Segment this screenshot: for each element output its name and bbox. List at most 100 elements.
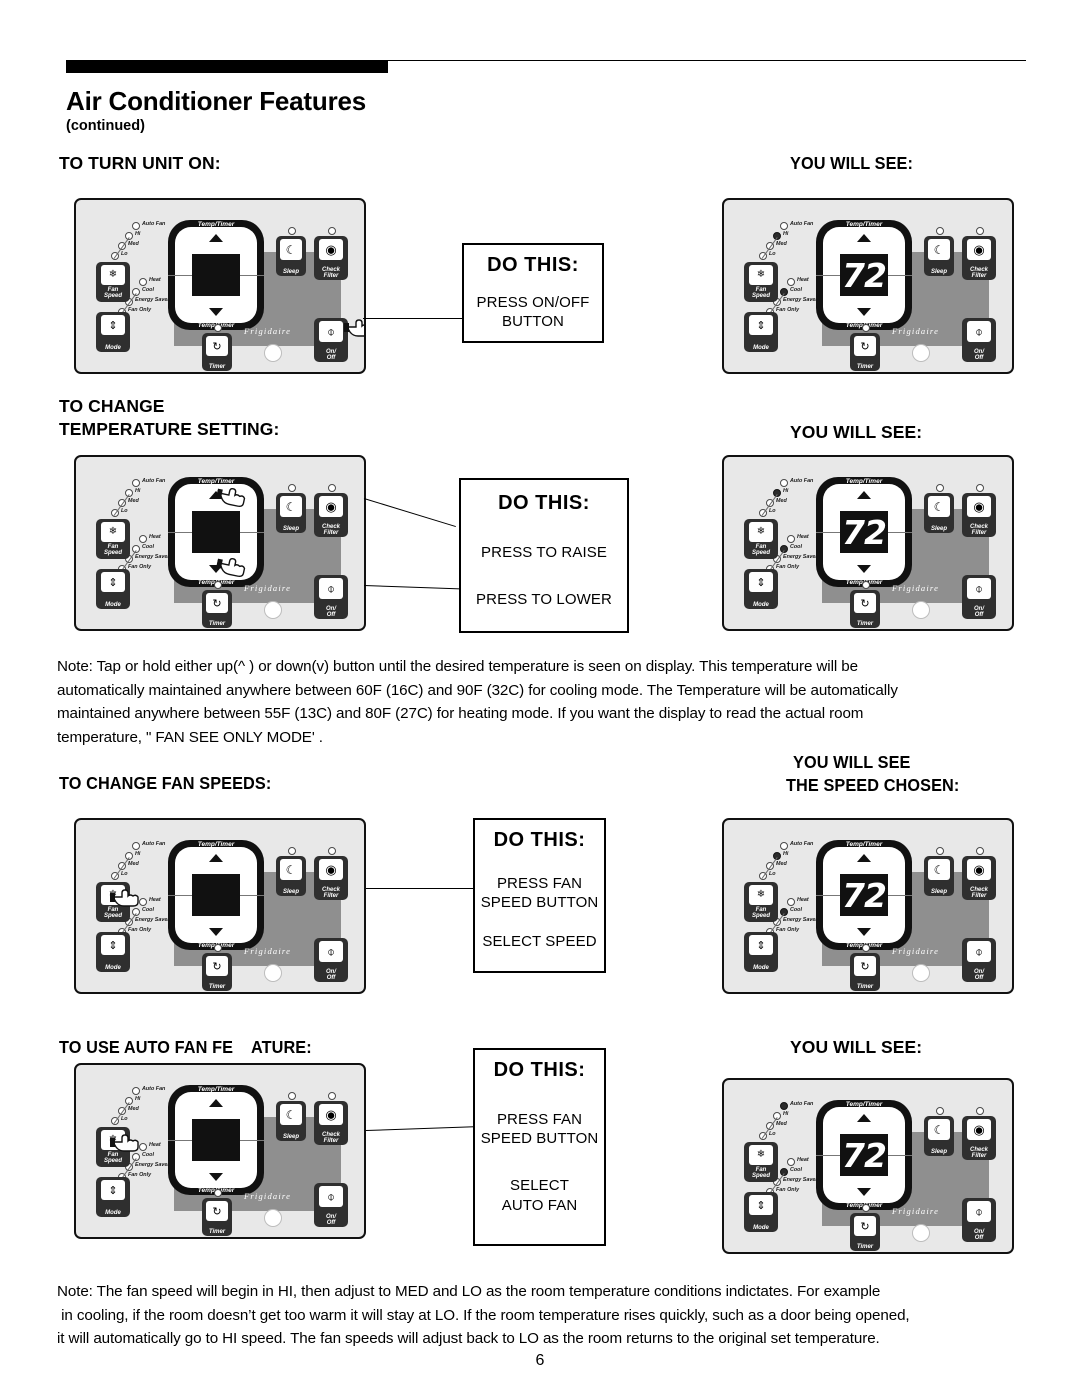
temp-up-arrow[interactable] <box>857 234 871 242</box>
do-this-title: DO THIS: <box>493 829 586 851</box>
led-fan-0 <box>132 842 140 850</box>
timer-button[interactable]: ↻ Timer <box>850 590 880 628</box>
fan-speed-button[interactable]: ❄ FanSpeed <box>744 519 778 559</box>
check-filter-button[interactable]: ◉ Check Filter <box>962 1116 996 1160</box>
vent-knob[interactable] <box>264 601 282 619</box>
sleep-button[interactable]: ☾ Sleep <box>924 236 954 276</box>
vent-knob[interactable] <box>264 344 282 362</box>
sleep-button[interactable]: ☾ Sleep <box>924 856 954 896</box>
led-label-mode-1: Cool <box>790 1167 802 1173</box>
led-label-fan-2: Med <box>128 241 139 247</box>
on-off-button[interactable]: ⌽ On/Off <box>962 318 996 362</box>
fan-speed-button[interactable]: ❄ FanSpeed <box>96 262 130 302</box>
fan-speed-button[interactable]: ❄ FanSpeed <box>744 882 778 922</box>
fan-icon: ❄ <box>749 522 773 542</box>
sleep-button[interactable]: ☾ Sleep <box>276 493 306 533</box>
on-off-button[interactable]: ⌽ On/Off <box>962 938 996 982</box>
led-label-fan-3: Lo <box>769 1131 776 1137</box>
timer-button[interactable]: ↻ Timer <box>202 953 232 991</box>
timer-button[interactable]: ↻ Timer <box>202 1198 232 1236</box>
sleep-button[interactable]: ☾ Sleep <box>276 856 306 896</box>
fan-icon: ❄ <box>101 265 125 285</box>
sleep-button[interactable]: ☾ Sleep <box>276 1101 306 1141</box>
led-label-fan-0: Auto Fan <box>790 478 814 484</box>
fan-speed-label: Fan Speed <box>751 907 771 919</box>
brand-logo: Frigidaire <box>892 946 940 956</box>
vent-knob[interactable] <box>912 344 930 362</box>
mode-button[interactable]: ⇕ Mode <box>96 1177 130 1217</box>
mode-button[interactable]: ⇕ Mode <box>744 569 778 609</box>
led-label-mode-3: Fan Only <box>128 1172 152 1178</box>
display-value: 72 <box>842 1135 887 1175</box>
vent-knob[interactable] <box>264 1209 282 1227</box>
timer-button[interactable]: ↻ Timer <box>202 590 232 628</box>
temp-down-arrow[interactable] <box>857 308 871 316</box>
check-filter-button[interactable]: ◉ Check Filter <box>314 1101 348 1145</box>
temp-down-arrow[interactable] <box>857 928 871 936</box>
sleep-button[interactable]: ☾ Sleep <box>276 236 306 276</box>
check-filter-button[interactable]: ◉ Check Filter <box>314 856 348 900</box>
mode-button[interactable]: ⇕ Mode <box>744 932 778 972</box>
check-filter-button[interactable]: ◉ Check Filter <box>314 236 348 280</box>
timer-label: Timer <box>856 984 874 990</box>
do-this-line: AUTO FAN <box>501 1196 578 1214</box>
timer-button[interactable]: ↻ Timer <box>850 953 880 991</box>
fan-speed-label: Fan Speed <box>103 544 123 556</box>
temp-up-arrow[interactable] <box>857 491 871 499</box>
on-off-button[interactable]: ⌽ On/Off <box>314 938 348 982</box>
on-off-button[interactable]: ⌽ On/Off <box>314 1183 348 1227</box>
check-filter-button[interactable]: ◉ Check Filter <box>962 493 996 537</box>
fan-speed-button[interactable]: ❄ FanSpeed <box>744 262 778 302</box>
check-filter-label: Check Filter <box>321 1132 341 1144</box>
temp-up-arrow[interactable] <box>857 854 871 862</box>
check-filter-label: Check Filter <box>321 887 341 899</box>
led-check-filter <box>976 847 984 855</box>
fan-speed-button[interactable]: ❄ FanSpeed <box>96 519 130 559</box>
check-filter-button[interactable]: ◉ Check Filter <box>962 236 996 280</box>
led-label-mode-2: Energy Saver <box>135 917 170 923</box>
on-off-button[interactable]: ⌽ On/Off <box>962 1198 996 1242</box>
temp-down-arrow[interactable] <box>209 1173 223 1181</box>
mode-label: Mode <box>105 602 121 608</box>
vent-knob[interactable] <box>912 964 930 982</box>
on-off-button[interactable]: ⌽ On/Off <box>314 318 348 362</box>
mode-button[interactable]: ⇕ Mode <box>744 1192 778 1232</box>
do-this-line: PRESS FAN <box>496 1111 583 1128</box>
on-off-button[interactable]: ⌽ On/Off <box>314 575 348 619</box>
sleep-label: Sleep <box>282 1134 300 1140</box>
led-check-filter <box>328 847 336 855</box>
temp-up-arrow[interactable] <box>209 1099 223 1107</box>
updown-icon: ⇕ <box>749 935 773 955</box>
led-label-mode-1: Cool <box>790 544 802 550</box>
sleep-button[interactable]: ☾ Sleep <box>924 493 954 533</box>
led-sleep <box>288 484 296 492</box>
temp-down-arrow[interactable] <box>857 565 871 573</box>
temp-down-arrow[interactable] <box>209 308 223 316</box>
check-filter-button[interactable]: ◉ Check Filter <box>314 493 348 537</box>
timer-button[interactable]: ↻ Timer <box>202 333 232 371</box>
mode-label: Mode <box>105 965 121 971</box>
leader-line <box>366 888 474 889</box>
sleep-button[interactable]: ☾ Sleep <box>924 1116 954 1156</box>
mode-button[interactable]: ⇕ Mode <box>744 312 778 352</box>
timer-button[interactable]: ↻ Timer <box>850 1213 880 1251</box>
temp-down-arrow[interactable] <box>209 928 223 936</box>
mode-button[interactable]: ⇕ Mode <box>96 932 130 972</box>
temp-up-arrow[interactable] <box>857 1114 871 1122</box>
temp-down-arrow[interactable] <box>857 1188 871 1196</box>
display-screen: 72 <box>840 254 888 296</box>
mode-button[interactable]: ⇕ Mode <box>96 312 130 352</box>
temp-up-arrow[interactable] <box>209 234 223 242</box>
vent-knob[interactable] <box>264 964 282 982</box>
led-label-fan-3: Lo <box>769 251 776 257</box>
mode-button[interactable]: ⇕ Mode <box>96 569 130 609</box>
vent-knob[interactable] <box>912 601 930 619</box>
temp-up-arrow[interactable] <box>209 854 223 862</box>
fan-speed-button[interactable]: ❄ FanSpeed <box>744 1142 778 1182</box>
led-label-fan-1: Hi <box>135 851 141 857</box>
on-off-button[interactable]: ⌽ On/Off <box>962 575 996 619</box>
pointing-hand-icon <box>110 888 144 913</box>
check-filter-button[interactable]: ◉ Check Filter <box>962 856 996 900</box>
timer-button[interactable]: ↻ Timer <box>850 333 880 371</box>
vent-knob[interactable] <box>912 1224 930 1242</box>
